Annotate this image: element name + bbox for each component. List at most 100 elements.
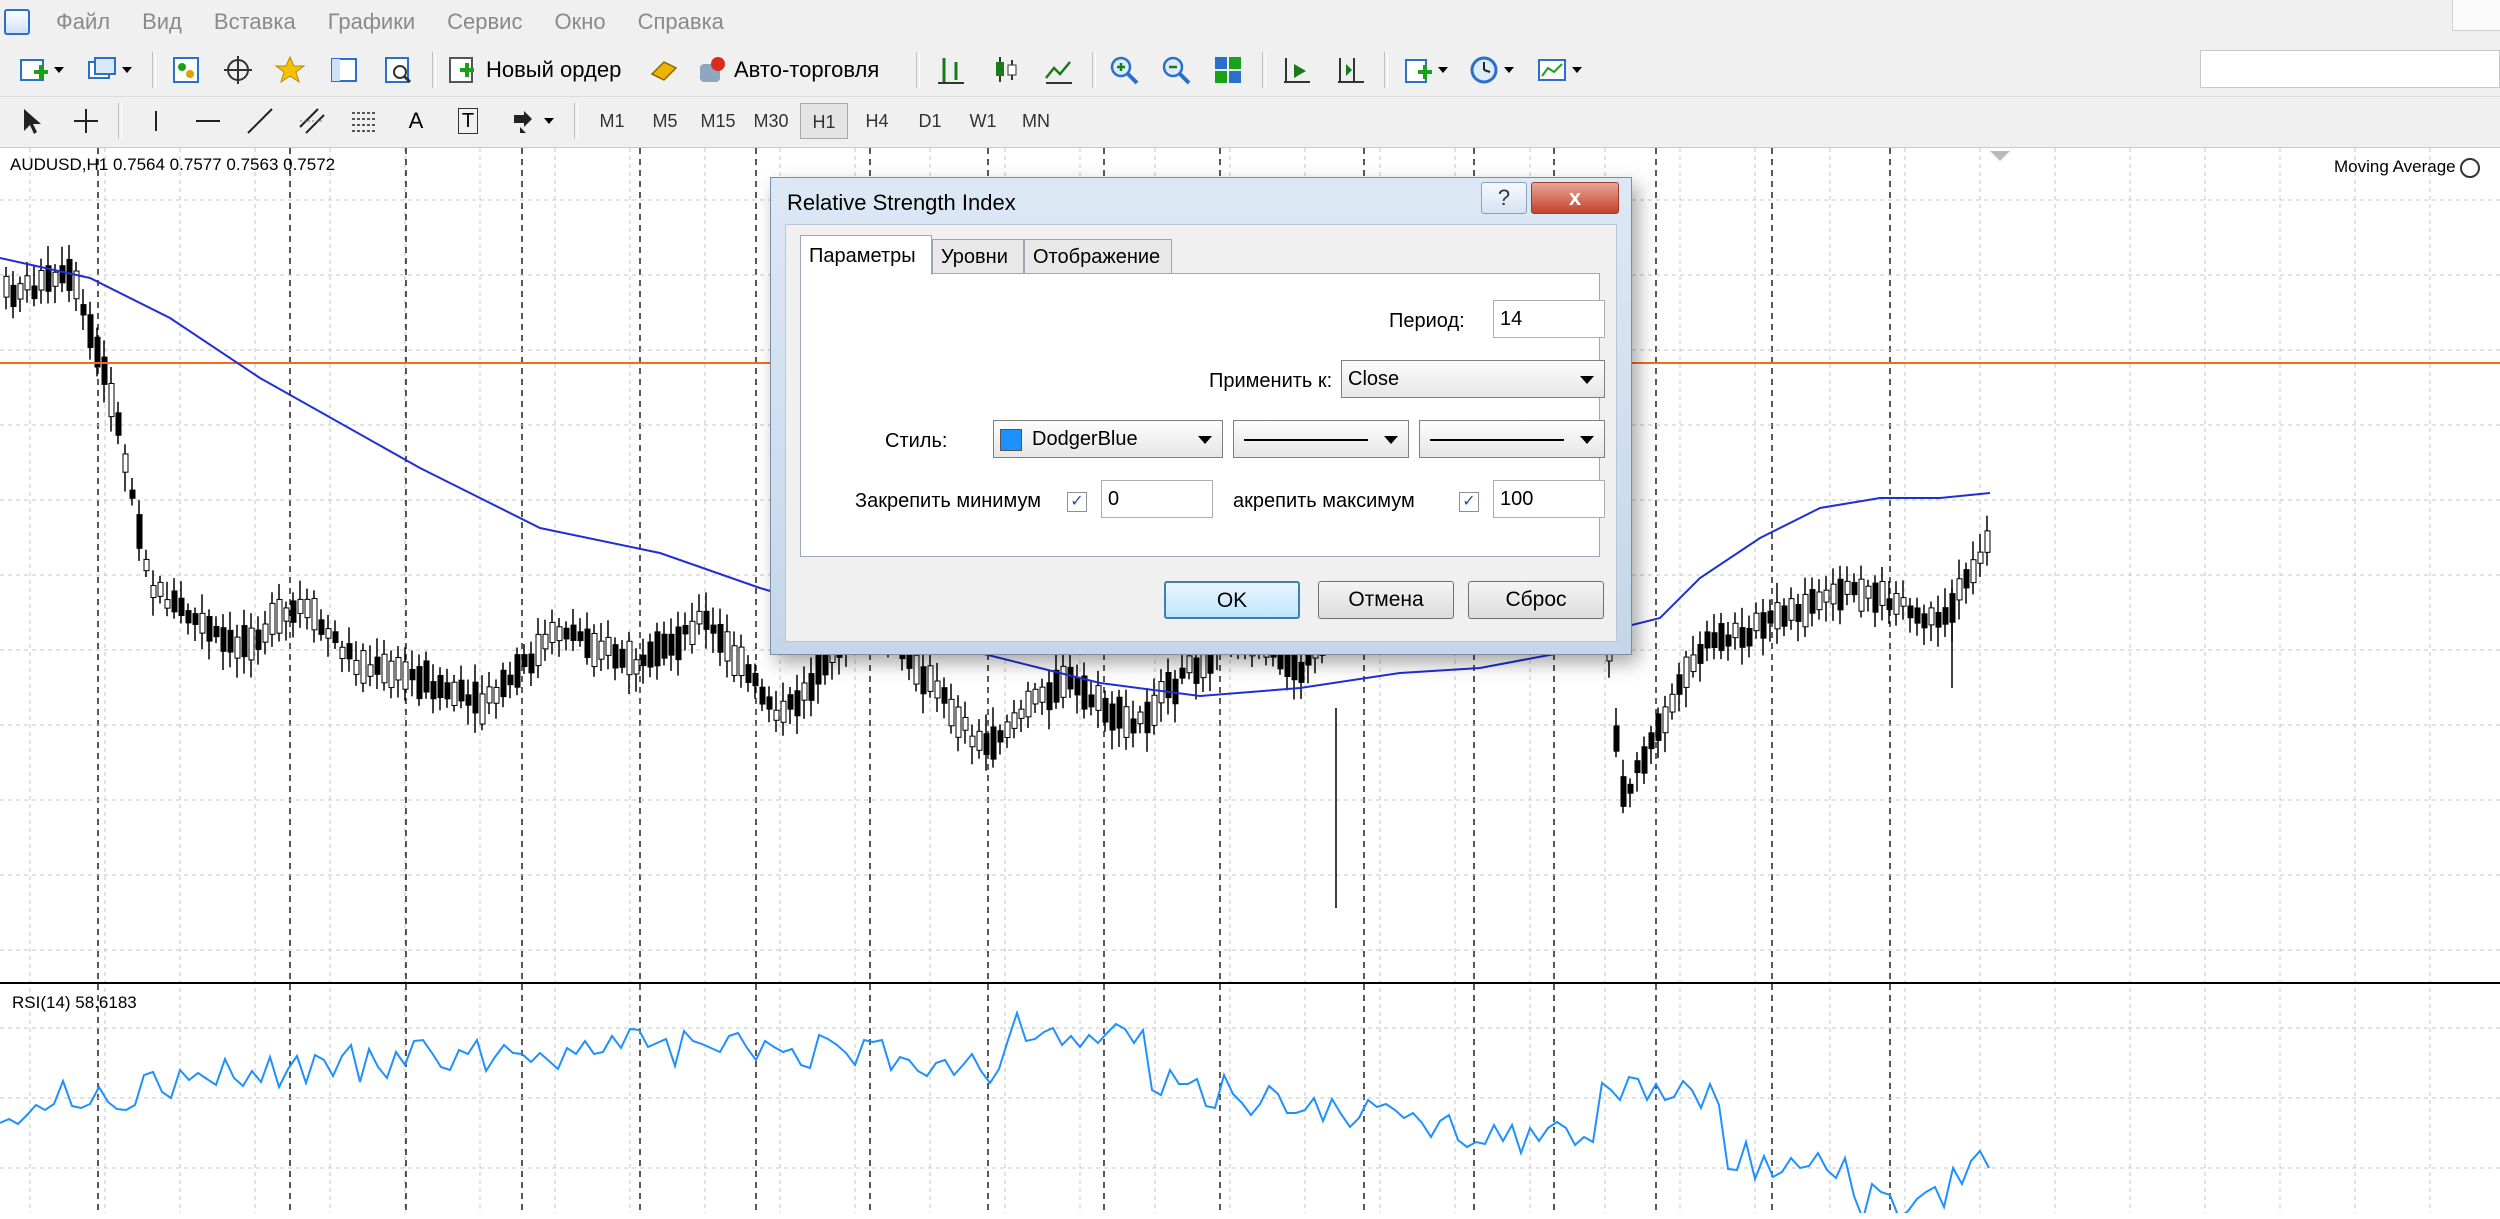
search-input[interactable] [2200, 50, 2500, 88]
menu-file[interactable]: Файл [40, 0, 126, 44]
candle-body [241, 625, 248, 658]
candle-body [1697, 643, 1704, 664]
tab-parameters[interactable]: Параметры [800, 235, 932, 275]
candlestick-button[interactable] [984, 52, 1024, 88]
timeframe-m30[interactable]: M30 [747, 103, 795, 139]
terminal-button[interactable] [324, 52, 364, 88]
candle-body [801, 682, 808, 701]
color-swatch [1000, 428, 1022, 451]
fix-maximum-input[interactable]: 100 [1493, 480, 1605, 518]
close-button[interactable]: x [1531, 182, 1619, 214]
zoom-out-button[interactable] [1156, 52, 1196, 88]
fix-minimum-label: Закрепить минимум [855, 490, 1041, 512]
indicators-button[interactable] [1396, 52, 1454, 88]
chart-shift-marker[interactable] [1990, 151, 2010, 161]
candle-body [297, 598, 304, 614]
menu-view[interactable]: Вид [126, 0, 198, 44]
candle-body [983, 733, 990, 755]
candle-body [500, 669, 507, 698]
candle-body [1102, 697, 1109, 723]
data-window-button[interactable] [270, 52, 310, 88]
line-style-select[interactable] [1233, 420, 1409, 458]
window-controls[interactable] [2452, 0, 2500, 31]
apply-to-select[interactable]: Close [1341, 360, 1605, 398]
candle-body [458, 679, 465, 702]
bar-chart-button[interactable] [930, 52, 970, 88]
fix-minimum-checkbox[interactable]: ✓ [1067, 492, 1087, 512]
menu-help[interactable]: Справка [622, 0, 740, 44]
ok-button[interactable]: OK [1164, 581, 1300, 619]
candle-body [927, 665, 934, 692]
candle-body [213, 626, 220, 638]
menu-tools[interactable]: Сервис [431, 0, 538, 44]
templates-button[interactable] [1530, 52, 1588, 88]
cancel-button[interactable]: Отмена [1318, 581, 1454, 619]
candle-body [1641, 746, 1648, 774]
menu-window[interactable]: Окно [538, 0, 621, 44]
vertical-line-tool[interactable] [138, 103, 174, 139]
fix-minimum-input[interactable]: 0 [1101, 480, 1213, 518]
reset-button[interactable]: Сброс [1468, 581, 1604, 619]
help-button[interactable]: ? [1481, 182, 1527, 214]
candle-body [157, 581, 164, 597]
candle-body [101, 356, 108, 385]
tile-windows-button[interactable] [1208, 52, 1248, 88]
auto-trading-label: Авто-торговля [734, 57, 880, 82]
candle-body [318, 619, 325, 635]
candle-body [535, 633, 542, 667]
line-width-select[interactable] [1419, 420, 1605, 458]
auto-trading-button[interactable]: Авто-торговля [694, 52, 900, 88]
candle-body [276, 598, 283, 634]
new-order-button[interactable]: Новый ордер [446, 52, 630, 88]
color-select[interactable]: DodgerBlue [993, 420, 1223, 458]
equidistant-channel-tool[interactable] [294, 103, 330, 139]
fibonacci-tool[interactable] [346, 103, 382, 139]
timeframe-mn[interactable]: MN [1012, 103, 1060, 139]
candle-body [1956, 578, 1963, 601]
timeframe-m1[interactable]: M1 [588, 103, 636, 139]
auto-scroll-button[interactable] [1276, 52, 1316, 88]
tab-levels[interactable]: Уровни [932, 239, 1024, 273]
candle-body [3, 275, 10, 298]
text-label-tool[interactable]: T [450, 103, 486, 139]
tab-visualization[interactable]: Отображение [1024, 239, 1172, 273]
cursor-tool[interactable] [14, 103, 50, 139]
timeframe-w1[interactable]: W1 [959, 103, 1007, 139]
timeframe-m5[interactable]: M5 [641, 103, 689, 139]
arrows-tool[interactable] [502, 103, 560, 139]
trendline-tool[interactable] [242, 103, 278, 139]
chart-shift-button[interactable] [1330, 52, 1370, 88]
strategy-tester-button[interactable] [378, 52, 418, 88]
candle-body [143, 558, 150, 572]
fix-maximum-checkbox[interactable]: ✓ [1459, 492, 1479, 512]
candle-body [1914, 607, 1921, 624]
candle-body [1858, 578, 1865, 612]
timeframe-d1[interactable]: D1 [906, 103, 954, 139]
new-chart-button[interactable] [12, 52, 70, 88]
horizontal-line-tool[interactable] [190, 103, 226, 139]
meta-editor-button[interactable] [644, 52, 684, 88]
candle-body [444, 682, 451, 700]
timeframe-h1[interactable]: H1 [800, 103, 848, 139]
menu-charts[interactable]: Графики [312, 0, 431, 44]
text-tool[interactable]: A [398, 103, 434, 139]
candle-body [1725, 634, 1732, 647]
candle-body [773, 709, 780, 721]
candle-body [1921, 613, 1928, 629]
crosshair-tool[interactable] [68, 103, 104, 139]
navigator-button[interactable] [218, 52, 258, 88]
market-watch-button[interactable] [166, 52, 206, 88]
candle-body [1837, 578, 1844, 611]
profiles-button[interactable] [80, 52, 138, 88]
trendline-icon [247, 108, 273, 134]
crosshair-icon [74, 109, 98, 133]
periods-button[interactable] [1462, 52, 1520, 88]
zoom-in-button[interactable] [1104, 52, 1144, 88]
menu-insert[interactable]: Вставка [198, 0, 312, 44]
timeframe-m15[interactable]: M15 [694, 103, 742, 139]
candle-body [780, 700, 787, 723]
timeframe-h4[interactable]: H4 [853, 103, 901, 139]
line-chart-button[interactable] [1038, 52, 1078, 88]
candle-body [1928, 607, 1935, 626]
period-input[interactable]: 14 [1493, 300, 1605, 338]
